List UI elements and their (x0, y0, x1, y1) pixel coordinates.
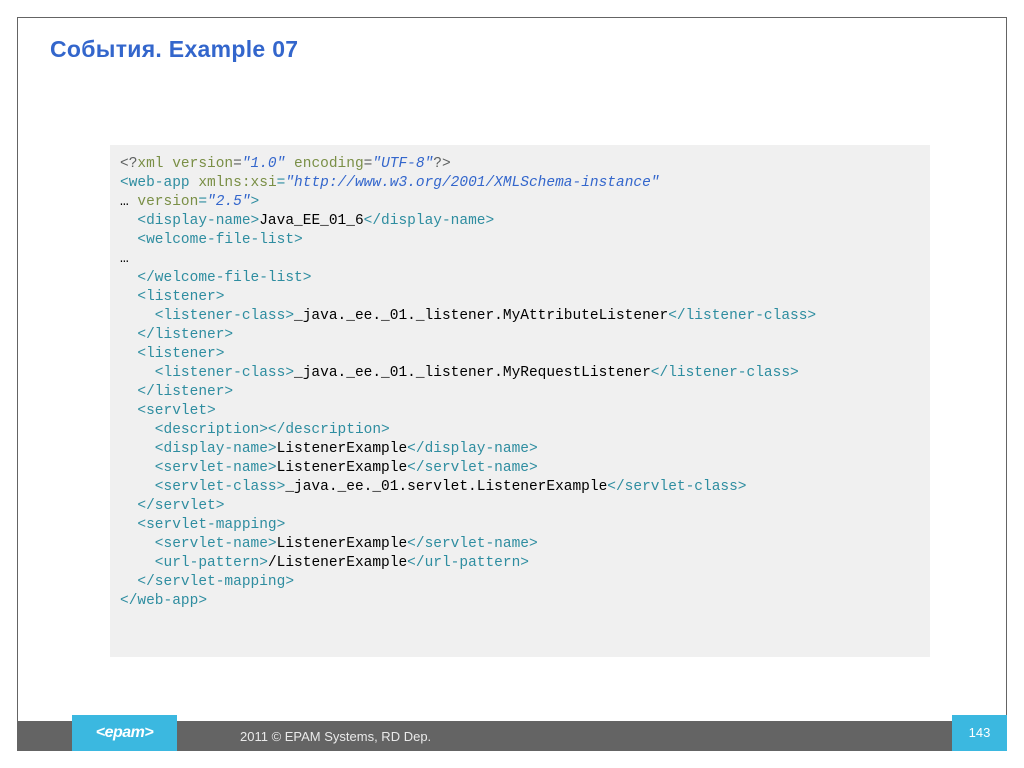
code-text: _java._ee._01._listener.MyRequestListene… (294, 365, 651, 381)
code-text: </servlet> (120, 498, 224, 514)
code-text: <listener-class> (120, 365, 294, 381)
code-text: ?> (433, 156, 450, 172)
code-text: <listener> (120, 289, 224, 305)
code-text: … (120, 194, 129, 210)
page-number: 143 (952, 715, 1007, 751)
code-text: <servlet> (120, 403, 216, 419)
code-text: </servlet-mapping> (120, 574, 294, 590)
code-text: <servlet-name> (120, 460, 277, 476)
code-text: <servlet-class> (120, 479, 285, 495)
code-text: <display-name> (120, 213, 259, 229)
code-text: </listener-class> (668, 308, 816, 324)
slide: События. Example 07 <?xml version="1.0" … (0, 0, 1024, 768)
code-text: </web-app> (120, 593, 207, 609)
code-text: = (198, 194, 207, 210)
slide-title: События. Example 07 (50, 36, 298, 63)
code-text: </url-pattern> (407, 555, 529, 571)
code-text: /ListenerExample (268, 555, 407, 571)
code-text: <web-app (120, 175, 190, 191)
code-text: </listener-class> (651, 365, 799, 381)
code-text: <welcome-file-list> (120, 232, 303, 248)
code-text: version (129, 194, 199, 210)
code-text: </listener> (120, 384, 233, 400)
code-text: </servlet-class> (607, 479, 746, 495)
code-text: <? (120, 156, 137, 172)
code-text: </listener> (120, 327, 233, 343)
code-text: <display-name> (120, 441, 277, 457)
code-text: "2.5" (207, 194, 251, 210)
code-text: encoding (285, 156, 363, 172)
epam-logo: <epam> (72, 715, 177, 751)
code-text: <servlet-name> (120, 536, 277, 552)
code-text: ListenerExample (277, 536, 408, 552)
code-text: <url-pattern> (120, 555, 268, 571)
code-text: "1.0" (242, 156, 286, 172)
code-text: > (251, 194, 260, 210)
footer-copyright: 2011 © EPAM Systems, RD Dep. (240, 729, 431, 744)
code-text: </display-name> (407, 441, 538, 457)
code-text: </welcome-file-list> (120, 270, 311, 286)
code-text: <listener> (120, 346, 224, 362)
code-text: </display-name> (364, 213, 495, 229)
code-text: xml version (137, 156, 233, 172)
code-block: <?xml version="1.0" encoding="UTF-8"?> <… (110, 145, 930, 657)
code-text: _java._ee._01._listener.MyAttributeListe… (294, 308, 668, 324)
code-text: <listener-class> (120, 308, 294, 324)
code-text: "UTF-8" (372, 156, 433, 172)
code-text: ListenerExample (277, 460, 408, 476)
code-text: ListenerExample (277, 441, 408, 457)
code-text: Java_EE_01_6 (259, 213, 363, 229)
code-text: xmlns:xsi (190, 175, 277, 191)
code-text: "http://www.w3.org/2001/XMLSchema-instan… (285, 175, 659, 191)
code-text: <servlet-mapping> (120, 517, 285, 533)
code-text: … (120, 251, 129, 267)
code-text: </servlet-name> (407, 460, 538, 476)
code-text: <description></description> (120, 422, 390, 438)
code-text: = (233, 156, 242, 172)
code-text: </servlet-name> (407, 536, 538, 552)
code-text: _java._ee._01.servlet.ListenerExample (285, 479, 607, 495)
